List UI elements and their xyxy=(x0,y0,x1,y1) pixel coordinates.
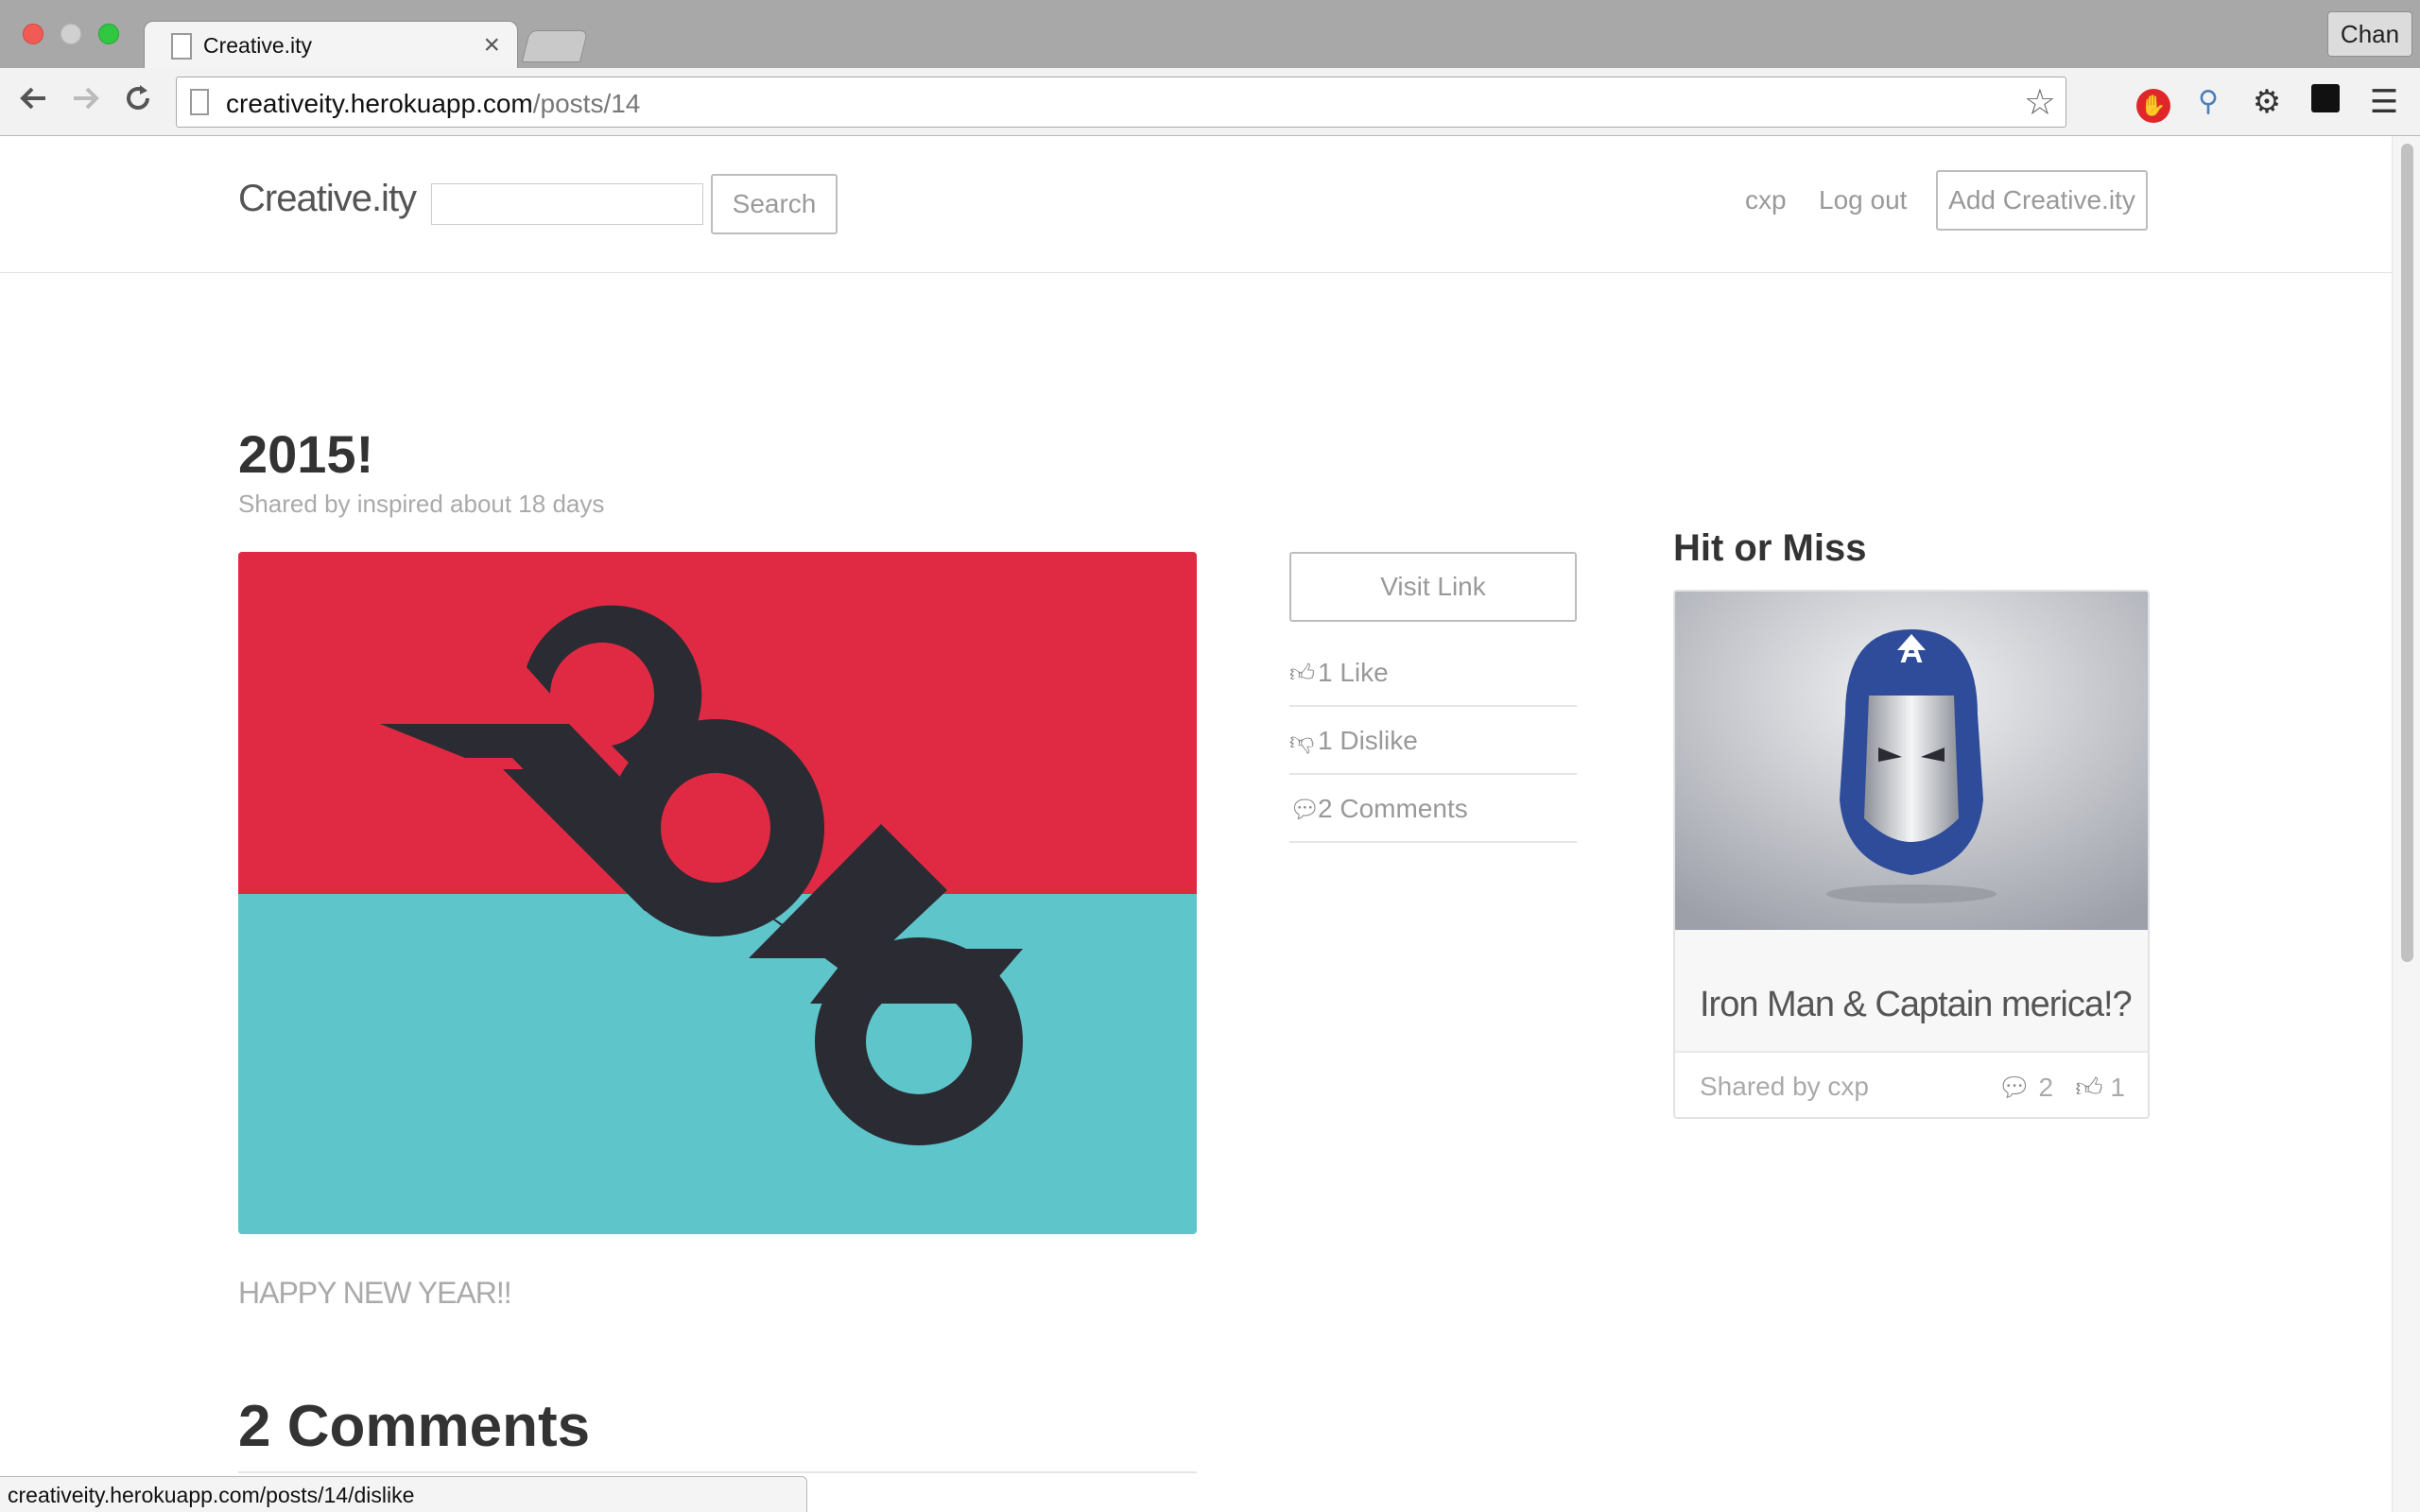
reload-icon[interactable] xyxy=(117,81,159,123)
dislike-count: 1 Dislike xyxy=(1318,726,1418,755)
thumbs-up-icon: 👍︎ xyxy=(1289,659,1316,687)
thumbs-down-icon: 👎︎ xyxy=(1289,727,1315,755)
site-brand[interactable]: Creative.ity xyxy=(238,178,417,220)
menu-icon[interactable]: ☰ xyxy=(2363,81,2405,123)
iron-man-helmet-image: A xyxy=(1675,592,2148,930)
status-url-bubble: creativeity.herokuapp.com/posts/14/disli… xyxy=(0,1476,807,1512)
logout-link[interactable]: Log out xyxy=(1819,185,1907,215)
page-icon xyxy=(171,33,192,60)
tab-title: Creative.ity xyxy=(203,33,313,58)
comments-icon: 💬︎ xyxy=(1289,795,1322,823)
page-scrollbar[interactable] xyxy=(2392,136,2420,1512)
card-like-count: 1 xyxy=(2110,1073,2125,1102)
post-title: 2015! xyxy=(238,424,374,484)
bookmark-star-icon[interactable]: ☆ xyxy=(2024,81,2056,124)
sidebar-heading: Hit or Miss xyxy=(1673,527,1867,569)
search-input[interactable] xyxy=(431,183,703,225)
card-shared-by: Shared by cxp xyxy=(1700,1072,1869,1101)
window-maximize-button[interactable] xyxy=(98,24,119,44)
card-title-area: Iron Man & Captain merica!? xyxy=(1675,930,2148,1053)
2015-artwork-image xyxy=(238,552,1197,1234)
dislike-link[interactable]: 👎︎ 1 Dislike xyxy=(1289,707,1577,775)
post-image xyxy=(238,552,1197,1234)
arrow-left-icon xyxy=(20,87,45,110)
window-minimize-button[interactable] xyxy=(60,24,81,44)
card-title[interactable]: Iron Man & Captain merica!? xyxy=(1700,985,2133,1025)
browser-titlebar: Creative.ity × Chan xyxy=(0,0,2420,70)
scrollbar-thumb[interactable] xyxy=(2401,144,2413,962)
forward-arrow-icon[interactable] xyxy=(64,81,106,123)
bookmark-extension-icon[interactable] xyxy=(2305,81,2346,123)
card-comment-count: 2 xyxy=(2038,1073,2054,1102)
page-content: Creative.ity Search cxp Log out Add Crea… xyxy=(0,136,2420,1512)
url-text[interactable]: creativeity.herokuapp.com/posts/14 xyxy=(226,89,640,119)
like-count: 1 Like xyxy=(1318,658,1389,687)
profile-button[interactable]: Chan xyxy=(2327,11,2412,57)
post-meta: Shared by inspired about 18 days xyxy=(238,490,605,518)
add-creativeity-button[interactable]: Add Creative.ity xyxy=(1936,170,2148,231)
extension-people-icon[interactable]: ⚲ xyxy=(2187,81,2229,123)
new-tab-button[interactable] xyxy=(521,30,589,62)
like-link[interactable]: 👍︎ 1 Like xyxy=(1289,639,1577,707)
thumbs-up-icon: 👍︎ xyxy=(2075,1073,2103,1102)
card-stats: 💬︎ 2 👍︎ 1 xyxy=(1997,1072,2125,1104)
tab-close-icon[interactable]: × xyxy=(483,29,500,61)
gear-icon[interactable]: ⚙ xyxy=(2246,81,2288,123)
nav-user-link[interactable]: cxp xyxy=(1745,185,1787,215)
adblock-extension-icon[interactable]: ✋ xyxy=(2133,81,2174,123)
hit-or-miss-card[interactable]: A Iron Man & Captain merica!? Shared by … xyxy=(1673,590,2150,1119)
svg-text:A: A xyxy=(1900,634,1924,670)
address-bar[interactable]: creativeity.herokuapp.com/posts/14 ☆ xyxy=(176,77,2066,128)
comments-heading: 2 Comments xyxy=(238,1394,591,1459)
back-arrow-icon[interactable] xyxy=(13,81,55,123)
comments-link[interactable]: 💬︎2 Comments xyxy=(1289,775,1577,843)
card-footer: Shared by cxp 💬︎ 2 👍︎ 1 xyxy=(1675,1055,2148,1117)
arrow-right-icon xyxy=(74,87,99,110)
reload-arrow-icon xyxy=(127,85,149,110)
visit-link-button[interactable]: Visit Link xyxy=(1289,552,1577,622)
browser-tab[interactable]: Creative.ity × xyxy=(144,21,518,70)
comments-icon: 💬︎ xyxy=(1997,1073,2031,1102)
comment-count: 2 Comments xyxy=(1318,794,1468,823)
card-image[interactable]: A xyxy=(1675,592,2148,930)
page-icon xyxy=(190,89,209,115)
divider xyxy=(238,1471,1197,1473)
browser-toolbar: creativeity.herokuapp.com/posts/14 ☆ ✋ ⚲… xyxy=(0,68,2420,136)
post-description: HAPPY NEW YEAR!! xyxy=(238,1276,512,1310)
site-navbar: Creative.ity Search cxp Log out Add Crea… xyxy=(0,136,2392,273)
window-close-button[interactable] xyxy=(23,24,43,44)
search-button[interactable]: Search xyxy=(711,174,838,234)
